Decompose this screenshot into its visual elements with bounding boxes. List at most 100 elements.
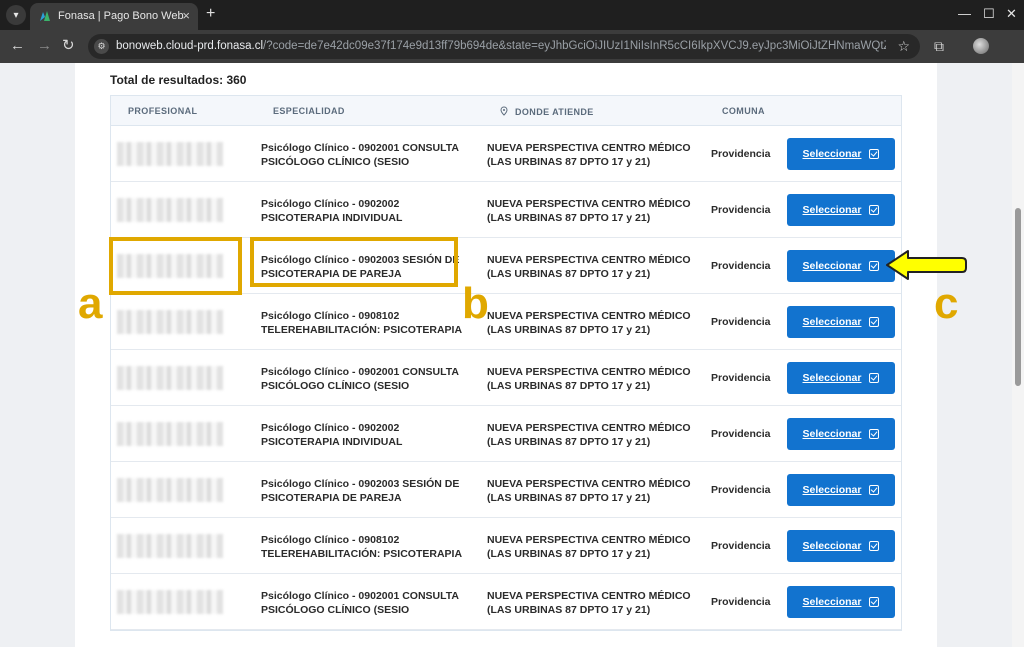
annotation-box-a bbox=[109, 237, 242, 295]
cell-comuna: Providencia bbox=[711, 372, 771, 384]
cell-comuna: Providencia bbox=[711, 260, 771, 272]
location-pin-icon bbox=[500, 106, 508, 116]
check-square-icon bbox=[869, 317, 880, 327]
seleccionar-button[interactable]: Seleccionar bbox=[787, 306, 895, 338]
browser-toolbar: ← → ↻ ⚙ bonoweb.cloud-prd.fonasa.cl/?cod… bbox=[0, 30, 1024, 63]
seleccionar-button[interactable]: Seleccionar bbox=[787, 362, 895, 394]
table-header: PROFESIONAL ESPECIALIDAD DONDE ATIENDE C… bbox=[111, 96, 901, 126]
cell-donde-atiende: NUEVA PERSPECTIVA CENTRO MÉDICO (LAS URB… bbox=[487, 590, 691, 616]
annotation-letter-a: a bbox=[78, 279, 103, 328]
cell-donde-atiende: NUEVA PERSPECTIVA CENTRO MÉDICO (LAS URB… bbox=[487, 478, 691, 504]
seleccionar-label: Seleccionar bbox=[802, 484, 862, 496]
cell-especialidad: Psicólogo Clínico - 0902001 CONSULTA PSI… bbox=[261, 142, 459, 168]
minimize-icon[interactable]: — bbox=[958, 6, 971, 22]
cell-comuna: Providencia bbox=[711, 596, 771, 608]
table-row: Psicólogo Clínico - 0902001 CONSULTA PSI… bbox=[111, 126, 901, 182]
annotation-letter-b: b bbox=[462, 279, 489, 328]
annotation-letter-c: c bbox=[934, 279, 959, 328]
new-tab-button[interactable]: + bbox=[206, 5, 215, 23]
cell-especialidad: Psicólogo Clínico - 0902002 PSICOTERAPIA… bbox=[261, 198, 403, 224]
url-text[interactable]: bonoweb.cloud-prd.fonasa.cl/?code=de7e42… bbox=[116, 40, 886, 52]
seleccionar-label: Seleccionar bbox=[802, 204, 862, 216]
redacted-professional-name bbox=[117, 478, 223, 502]
redacted-professional-name bbox=[117, 142, 223, 166]
cell-comuna: Providencia bbox=[711, 316, 771, 328]
check-square-icon bbox=[869, 373, 880, 383]
back-icon[interactable]: ← bbox=[10, 38, 25, 54]
cell-donde-atiende: NUEVA PERSPECTIVA CENTRO MÉDICO (LAS URB… bbox=[487, 422, 691, 448]
cell-especialidad: Psicólogo Clínico - 0902003 SESIÓN DE PS… bbox=[261, 478, 460, 504]
table-row: Psicólogo Clínico - 0908102 TELEREHABILI… bbox=[111, 518, 901, 574]
cell-comuna: Providencia bbox=[711, 148, 771, 160]
cell-especialidad: Psicólogo Clínico - 0908102 TELEREHABILI… bbox=[261, 534, 463, 560]
site-info-icon[interactable]: ⚙ bbox=[94, 39, 109, 54]
cell-donde-atiende: NUEVA PERSPECTIVA CENTRO MÉDICO (LAS URB… bbox=[487, 310, 691, 336]
address-bar[interactable]: ⚙ bonoweb.cloud-prd.fonasa.cl/?code=de7e… bbox=[88, 34, 920, 59]
scrollbar-thumb[interactable] bbox=[1015, 208, 1021, 386]
cell-comuna: Providencia bbox=[711, 540, 771, 552]
check-square-icon bbox=[869, 541, 880, 551]
col-comuna: COMUNA bbox=[722, 106, 765, 116]
seleccionar-label: Seleccionar bbox=[802, 428, 862, 440]
close-icon[interactable]: ✕ bbox=[1006, 6, 1017, 22]
total-results: Total de resultados: 360 bbox=[110, 73, 247, 87]
seleccionar-button[interactable]: Seleccionar bbox=[787, 250, 895, 282]
browser-tab-bar: ▾ Fonasa | Pago Bono Web × + — ☐ ✕ bbox=[0, 0, 1024, 30]
check-square-icon bbox=[869, 485, 880, 495]
seleccionar-button[interactable]: Seleccionar bbox=[787, 586, 895, 618]
cell-comuna: Providencia bbox=[711, 428, 771, 440]
maximize-icon[interactable]: ☐ bbox=[983, 6, 995, 22]
results-table: PROFESIONAL ESPECIALIDAD DONDE ATIENDE C… bbox=[110, 95, 902, 631]
cell-especialidad: Psicólogo Clínico - 0902001 CONSULTA PSI… bbox=[261, 590, 459, 616]
cell-donde-atiende: NUEVA PERSPECTIVA CENTRO MÉDICO (LAS URB… bbox=[487, 142, 691, 168]
table-row: Psicólogo Clínico - 0902002 PSICOTERAPIA… bbox=[111, 406, 901, 462]
redacted-professional-name bbox=[117, 590, 223, 614]
redacted-professional-name bbox=[117, 422, 223, 446]
seleccionar-label: Seleccionar bbox=[802, 148, 862, 160]
tab-title: Fonasa | Pago Bono Web bbox=[58, 10, 184, 22]
cell-especialidad: Psicólogo Clínico - 0902001 CONSULTA PSI… bbox=[261, 366, 459, 392]
cell-comuna: Providencia bbox=[711, 484, 771, 496]
table-row: Psicólogo Clínico - 0908102 TELEREHABILI… bbox=[111, 294, 901, 350]
annotation-arrow-icon bbox=[886, 250, 967, 280]
check-square-icon bbox=[869, 597, 880, 607]
check-square-icon bbox=[869, 205, 880, 215]
seleccionar-label: Seleccionar bbox=[802, 596, 862, 608]
cell-comuna: Providencia bbox=[711, 204, 771, 216]
seleccionar-button[interactable]: Seleccionar bbox=[787, 474, 895, 506]
col-donde-atiende: DONDE ATIENDE bbox=[499, 106, 594, 117]
seleccionar-label: Seleccionar bbox=[802, 540, 862, 552]
seleccionar-label: Seleccionar bbox=[802, 316, 862, 328]
col-profesional: PROFESIONAL bbox=[128, 106, 198, 116]
cell-donde-atiende: NUEVA PERSPECTIVA CENTRO MÉDICO (LAS URB… bbox=[487, 366, 691, 392]
reload-icon[interactable]: ↻ bbox=[62, 38, 75, 54]
tab-close-icon[interactable]: × bbox=[182, 8, 190, 23]
seleccionar-button[interactable]: Seleccionar bbox=[787, 530, 895, 562]
seleccionar-button[interactable]: Seleccionar bbox=[787, 418, 895, 450]
redacted-professional-name bbox=[117, 366, 223, 390]
browser-tab[interactable]: Fonasa | Pago Bono Web × bbox=[30, 3, 198, 30]
redacted-professional-name bbox=[117, 534, 223, 558]
seleccionar-label: Seleccionar bbox=[802, 372, 862, 384]
seleccionar-button[interactable]: Seleccionar bbox=[787, 138, 895, 170]
forward-icon[interactable]: → bbox=[37, 38, 52, 54]
seleccionar-button[interactable]: Seleccionar bbox=[787, 194, 895, 226]
bookmark-star-icon[interactable]: ☆ bbox=[897, 38, 910, 55]
cell-especialidad: Psicólogo Clínico - 0908102 TELEREHABILI… bbox=[261, 310, 463, 336]
cell-especialidad: Psicólogo Clínico - 0902002 PSICOTERAPIA… bbox=[261, 422, 403, 448]
cell-donde-atiende: NUEVA PERSPECTIVA CENTRO MÉDICO (LAS URB… bbox=[487, 254, 691, 280]
table-row: Psicólogo Clínico - 0902001 CONSULTA PSI… bbox=[111, 574, 901, 630]
profile-avatar-icon[interactable] bbox=[973, 38, 989, 54]
table-row: Psicólogo Clínico - 0902001 CONSULTA PSI… bbox=[111, 350, 901, 406]
table-row: Psicólogo Clínico - 0902002 PSICOTERAPIA… bbox=[111, 182, 901, 238]
check-square-icon bbox=[869, 429, 880, 439]
check-square-icon bbox=[869, 149, 880, 159]
table-row: Psicólogo Clínico - 0902003 SESIÓN DE PS… bbox=[111, 462, 901, 518]
redacted-professional-name bbox=[117, 310, 223, 334]
annotation-box-b bbox=[250, 237, 458, 287]
cell-donde-atiende: NUEVA PERSPECTIVA CENTRO MÉDICO (LAS URB… bbox=[487, 534, 691, 560]
cell-donde-atiende: NUEVA PERSPECTIVA CENTRO MÉDICO (LAS URB… bbox=[487, 198, 691, 224]
tab-search-icon[interactable]: ▾ bbox=[6, 5, 26, 25]
extensions-icon[interactable]: ⧉ bbox=[934, 38, 944, 54]
seleccionar-label: Seleccionar bbox=[802, 260, 862, 272]
